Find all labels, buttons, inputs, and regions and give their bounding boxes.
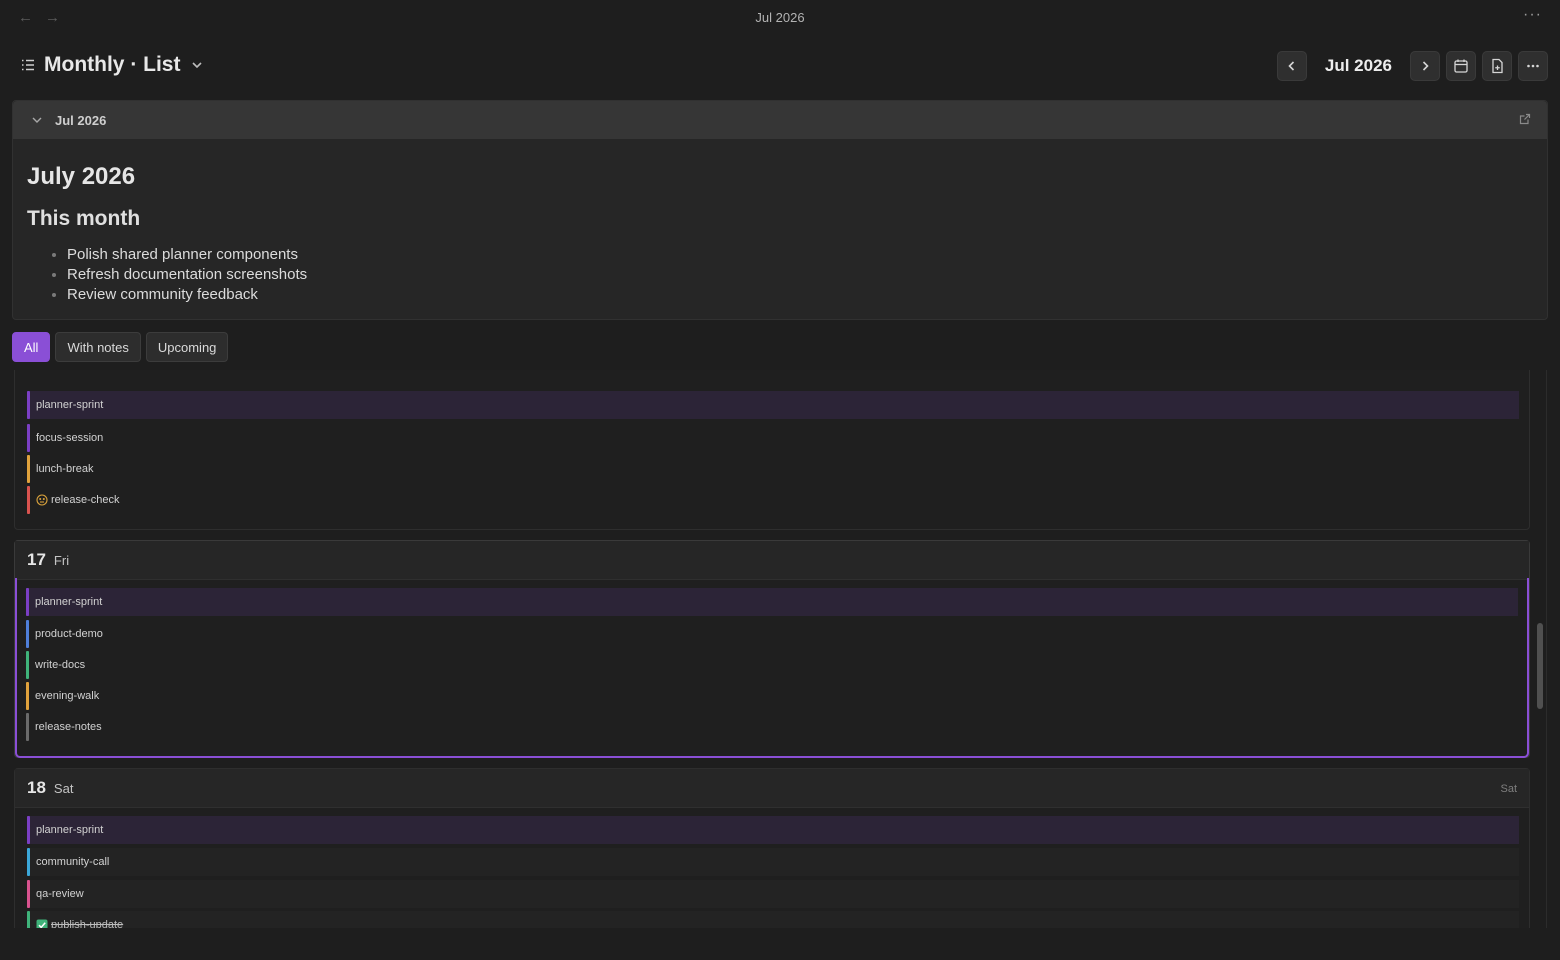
monthly-note-header[interactable]: Jul 2026 bbox=[13, 101, 1547, 139]
event-label: qa-review bbox=[36, 888, 84, 900]
event-label: write-docs bbox=[35, 659, 86, 671]
new-note-button[interactable] bbox=[1482, 51, 1512, 81]
current-month-label: Jul 2026 bbox=[1324, 56, 1392, 75]
event-item[interactable]: planner-sprint bbox=[27, 391, 1519, 419]
day-card: planner-sprint focus-session lunch-break… bbox=[14, 370, 1530, 530]
day-name: Fri bbox=[53, 552, 70, 568]
chevron-right-icon bbox=[1422, 61, 1429, 71]
pending-icon bbox=[36, 494, 48, 506]
more-icon bbox=[1527, 64, 1539, 68]
filter-with-notes-button[interactable]: With notes bbox=[55, 332, 141, 362]
monthly-note-label: Jul 2026 bbox=[55, 112, 107, 128]
event-color-bar bbox=[26, 651, 29, 679]
chevron-down-icon bbox=[190, 58, 204, 72]
event-item[interactable]: qa-review bbox=[27, 880, 1519, 908]
calendar-icon bbox=[1454, 59, 1468, 73]
list-item: Refresh documentation screenshots bbox=[67, 265, 1533, 285]
month-controls: Jul 2026 bbox=[1276, 51, 1548, 81]
event-color-bar bbox=[27, 455, 30, 483]
day-name: Sat bbox=[53, 780, 74, 796]
collapse-chevron-icon[interactable] bbox=[31, 114, 43, 126]
event-item[interactable]: planner-sprint bbox=[27, 816, 1519, 844]
chevron-left-icon bbox=[1288, 61, 1294, 71]
event-color-bar bbox=[27, 391, 30, 419]
event-item[interactable]: publish-update bbox=[27, 911, 1519, 928]
note-list: Polish shared planner components Refresh… bbox=[27, 245, 1533, 305]
event-label: planner-sprint bbox=[35, 596, 103, 608]
event-label: product-demo bbox=[35, 628, 103, 640]
filter-upcoming-button[interactable]: Upcoming bbox=[145, 332, 229, 362]
view-switcher[interactable]: Monthly · List bbox=[20, 53, 204, 77]
event-item[interactable]: evening-walk bbox=[26, 682, 1518, 710]
event-color-bar bbox=[26, 713, 29, 741]
weekday-label: Sat bbox=[1500, 783, 1517, 795]
scrollbar[interactable] bbox=[1533, 370, 1547, 928]
event-item[interactable]: focus-session bbox=[27, 424, 1519, 452]
check-icon bbox=[36, 919, 48, 928]
filter-bar: All With notes Upcoming bbox=[12, 332, 229, 362]
list-item: Review community feedback bbox=[67, 285, 1533, 305]
day-header[interactable]: 18 Sat Sat bbox=[15, 769, 1529, 808]
scrollbar-thumb[interactable] bbox=[1537, 623, 1543, 709]
title-bar: ← → Jul 2026 ··· bbox=[0, 0, 1560, 36]
event-color-bar bbox=[27, 816, 30, 844]
event-color-bar bbox=[27, 424, 30, 452]
view-title: Monthly · List bbox=[44, 53, 181, 76]
event-color-bar bbox=[27, 880, 30, 908]
event-item[interactable]: release-check bbox=[27, 486, 1519, 514]
event-color-bar bbox=[27, 486, 30, 514]
event-item[interactable]: community-call bbox=[27, 848, 1519, 876]
day-list[interactable]: planner-sprint focus-session lunch-break… bbox=[14, 370, 1532, 928]
window-more-icon[interactable]: ··· bbox=[1523, 6, 1542, 24]
event-label: publish-update bbox=[51, 919, 124, 928]
event-label: release-notes bbox=[35, 721, 102, 733]
event-label: release-check bbox=[51, 494, 120, 506]
open-external-icon[interactable] bbox=[1519, 113, 1531, 125]
list-item: Polish shared planner components bbox=[67, 245, 1533, 265]
previous-month-button[interactable] bbox=[1276, 51, 1307, 81]
event-color-bar bbox=[26, 588, 29, 616]
note-subheading: This month bbox=[27, 207, 141, 230]
event-item[interactable]: product-demo bbox=[26, 620, 1518, 648]
new-note-icon bbox=[1492, 58, 1503, 74]
day-number: 17 bbox=[27, 550, 46, 569]
list-icon bbox=[20, 57, 36, 73]
event-color-bar bbox=[27, 911, 30, 928]
calendar-button[interactable] bbox=[1446, 51, 1476, 81]
event-item[interactable]: planner-sprint bbox=[26, 588, 1518, 616]
day-header[interactable]: 17 Fri bbox=[15, 541, 1529, 580]
event-color-bar bbox=[26, 620, 29, 648]
view-header: Monthly · List Jul 2026 bbox=[12, 48, 1548, 88]
event-label: evening-walk bbox=[35, 690, 100, 702]
day-number: 18 bbox=[27, 778, 46, 797]
note-heading: July 2026 bbox=[27, 163, 136, 190]
event-label: planner-sprint bbox=[36, 399, 104, 411]
event-label: community-call bbox=[36, 856, 110, 868]
event-label: planner-sprint bbox=[36, 824, 104, 836]
window-title: Jul 2026 bbox=[755, 10, 805, 25]
event-item[interactable]: write-docs bbox=[26, 651, 1518, 679]
monthly-note-card: Jul 2026 July 2026 This month Polish sha… bbox=[12, 100, 1548, 320]
event-label: focus-session bbox=[36, 432, 104, 444]
event-label: lunch-break bbox=[36, 463, 94, 475]
event-color-bar bbox=[26, 682, 29, 710]
filter-all-button[interactable]: All bbox=[12, 332, 51, 362]
event-item[interactable]: lunch-break bbox=[27, 455, 1519, 483]
event-color-bar bbox=[27, 848, 30, 876]
day-card[interactable]: 18 Sat Sat planner-sprint community-call… bbox=[14, 768, 1530, 928]
monthly-note-body[interactable]: July 2026 This month Polish shared plann… bbox=[13, 139, 1547, 329]
scrollbar-divider bbox=[1546, 370, 1547, 928]
next-month-button[interactable] bbox=[1410, 51, 1440, 81]
event-item[interactable]: release-notes bbox=[26, 713, 1518, 741]
more-options-button[interactable] bbox=[1518, 51, 1548, 81]
